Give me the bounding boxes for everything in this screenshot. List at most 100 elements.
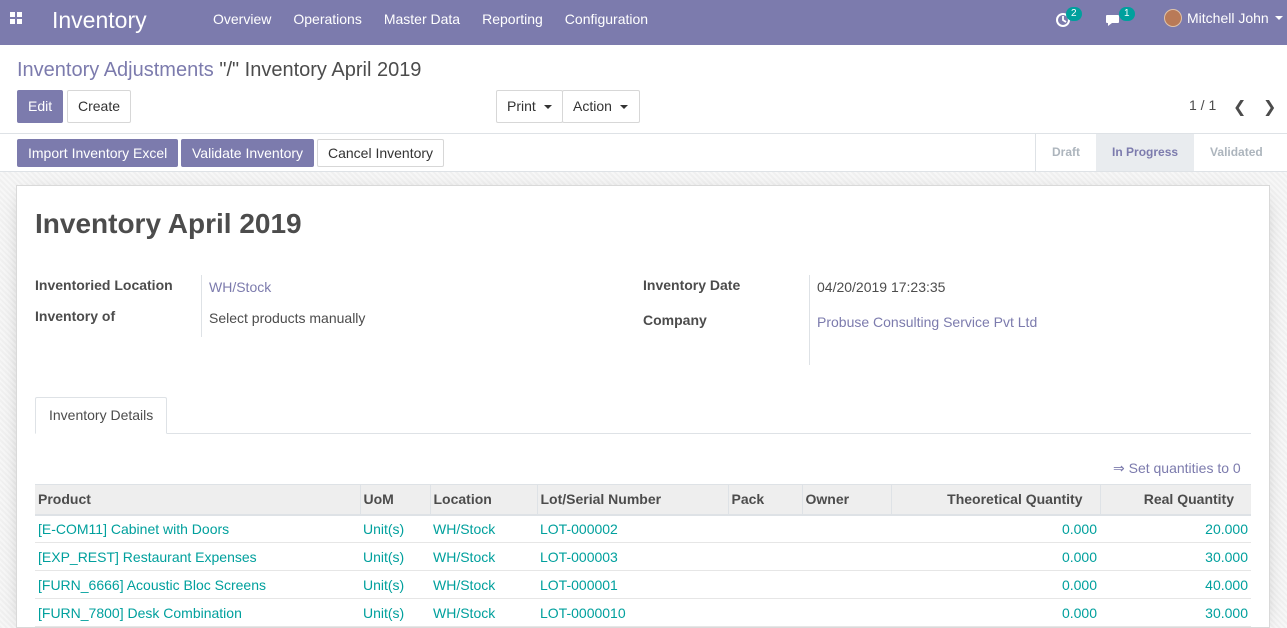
status-bar: Import Inventory Excel Validate Inventor… [0, 134, 1287, 172]
column-theoretical-quantity[interactable]: Theoretical Quantity [890, 484, 1100, 516]
column-location[interactable]: Location [429, 484, 537, 516]
breadcrumb: Inventory Adjustments "/" Inventory Apri… [17, 59, 421, 82]
cell-lot[interactable]: LOT-000003 [537, 542, 728, 571]
stage-in-progress: In Progress [1096, 134, 1195, 171]
cancel-inventory-button[interactable]: Cancel Inventory [317, 139, 445, 167]
top-navbar: Inventory Overview Operations Master Dat… [0, 0, 1287, 45]
tab-inventory-details[interactable]: Inventory Details [35, 397, 168, 434]
stage-validated: Validated [1210, 145, 1263, 159]
inventory-of-label: Inventory of [35, 308, 116, 324]
table-header-row: Product UoM Location Lot/Serial Number P… [35, 484, 1251, 516]
breadcrumb-parent[interactable]: Inventory Adjustments [17, 59, 214, 81]
messages-count-badge: 1 [1119, 7, 1135, 21]
cell-location[interactable]: WH/Stock [430, 598, 537, 627]
activity-icon[interactable]: 2 [1055, 7, 1082, 30]
messages-icon[interactable]: 1 [1105, 7, 1135, 30]
cell-owner[interactable] [802, 598, 891, 627]
avatar [1164, 9, 1182, 27]
form-sheet: Inventory April 2019 Inventoried Locatio… [16, 185, 1270, 628]
inventory-of-value: Select products manually [209, 310, 366, 326]
inventoried-location-value[interactable]: WH/Stock [209, 279, 271, 295]
cell-theoretical-quantity: 0.000 [891, 598, 1100, 627]
cell-product[interactable]: [EXP_REST] Restaurant Expenses [35, 542, 360, 571]
cell-lot[interactable]: LOT-000002 [537, 514, 728, 543]
cell-uom[interactable]: Unit(s) [360, 514, 430, 543]
menu-master-data[interactable]: Master Data [384, 11, 460, 27]
print-button[interactable]: Print [496, 90, 563, 123]
cell-pack[interactable] [728, 598, 802, 627]
import-inventory-excel-button[interactable]: Import Inventory Excel [17, 139, 179, 167]
cell-theoretical-quantity: 0.000 [891, 542, 1100, 571]
pager-previous-icon[interactable]: ❮ [1233, 97, 1246, 117]
company-label: Company [643, 312, 707, 328]
cell-theoretical-quantity: 0.000 [891, 570, 1100, 599]
cell-product[interactable]: [FURN_7800] Desk Combination [35, 598, 360, 627]
chevron-down-icon [543, 105, 552, 110]
print-label: Print [507, 98, 536, 114]
cell-owner[interactable] [802, 542, 891, 571]
cell-location[interactable]: WH/Stock [430, 514, 537, 543]
inventoried-location-label: Inventoried Location [35, 277, 173, 293]
create-button[interactable]: Create [67, 90, 131, 123]
cell-lot[interactable]: LOT-0000010 [537, 598, 728, 627]
set-quantities-link[interactable]: ⇒ Set quantities to 0 [1113, 460, 1241, 477]
table-row[interactable]: [E-COM11] Cabinet with Doors Unit(s) WH/… [35, 514, 1251, 543]
stage-draft: Draft [1052, 145, 1081, 159]
edit-button[interactable]: Edit [17, 90, 63, 123]
record-title: Inventory April 2019 [35, 208, 302, 239]
main-menu: Overview Operations Master Data Reportin… [213, 11, 670, 27]
breadcrumb-current: "/" Inventory April 2019 [219, 59, 422, 81]
inventory-lines-table: Product UoM Location Lot/Serial Number P… [35, 484, 1251, 627]
cell-owner[interactable] [802, 570, 891, 599]
notebook-tabs: Inventory Details [35, 397, 1251, 434]
cell-real-quantity[interactable]: 40.000 [1100, 570, 1251, 599]
table-row[interactable]: [FURN_7800] Desk Combination Unit(s) WH/… [35, 598, 1251, 627]
cell-pack[interactable] [728, 514, 802, 543]
menu-configuration[interactable]: Configuration [565, 11, 648, 27]
field-divider [809, 275, 810, 365]
cell-theoretical-quantity: 0.000 [891, 514, 1100, 543]
action-label: Action [573, 98, 612, 114]
cell-pack[interactable] [728, 542, 802, 571]
cell-uom[interactable]: Unit(s) [360, 570, 430, 599]
column-pack[interactable]: Pack [727, 484, 802, 516]
column-lot-serial-number[interactable]: Lot/Serial Number [536, 484, 728, 516]
cell-uom[interactable]: Unit(s) [360, 542, 430, 571]
column-owner[interactable]: Owner [801, 484, 891, 516]
menu-operations[interactable]: Operations [293, 11, 361, 27]
cell-product[interactable]: [FURN_6666] Acoustic Bloc Screens [35, 570, 360, 599]
column-real-quantity[interactable]: Real Quantity [1099, 484, 1251, 516]
company-value[interactable]: Probuse Consulting Service Pvt Ltd [817, 314, 1037, 330]
app-title: Inventory [52, 7, 147, 33]
table-row[interactable]: [FURN_6666] Acoustic Bloc Screens Unit(s… [35, 570, 1251, 599]
cell-real-quantity[interactable]: 30.000 [1100, 542, 1251, 571]
menu-overview[interactable]: Overview [213, 11, 271, 27]
cell-location[interactable]: WH/Stock [430, 570, 537, 599]
cell-real-quantity[interactable]: 30.000 [1100, 598, 1251, 627]
inventory-date-value: 04/20/2019 17:23:35 [817, 279, 946, 295]
cell-real-quantity[interactable]: 20.000 [1100, 514, 1251, 543]
user-name: Mitchell John [1187, 10, 1269, 26]
column-uom[interactable]: UoM [359, 484, 430, 516]
apps-menu-icon[interactable] [10, 12, 24, 26]
field-divider [201, 275, 202, 337]
table-row[interactable]: [EXP_REST] Restaurant Expenses Unit(s) W… [35, 542, 1251, 571]
cell-uom[interactable]: Unit(s) [360, 598, 430, 627]
validate-inventory-button[interactable]: Validate Inventory [181, 139, 315, 167]
inventory-date-label: Inventory Date [643, 277, 741, 293]
chevron-down-icon [1274, 16, 1283, 20]
cell-product[interactable]: [E-COM11] Cabinet with Doors [35, 514, 360, 543]
cell-pack[interactable] [728, 570, 802, 599]
chevron-down-icon [619, 105, 628, 110]
status-stages: Draft In Progress Validated [1035, 134, 1279, 171]
action-button[interactable]: Action [562, 90, 640, 123]
cell-owner[interactable] [802, 514, 891, 543]
user-menu[interactable]: Mitchell John [1164, 9, 1283, 27]
cell-location[interactable]: WH/Stock [430, 542, 537, 571]
cell-lot[interactable]: LOT-000001 [537, 570, 728, 599]
column-product[interactable]: Product [35, 484, 360, 516]
pager-next-icon[interactable]: ❯ [1263, 97, 1276, 117]
pager-value[interactable]: 1 / 1 [1189, 97, 1216, 113]
menu-reporting[interactable]: Reporting [482, 11, 543, 27]
activity-count-badge: 2 [1066, 7, 1082, 21]
